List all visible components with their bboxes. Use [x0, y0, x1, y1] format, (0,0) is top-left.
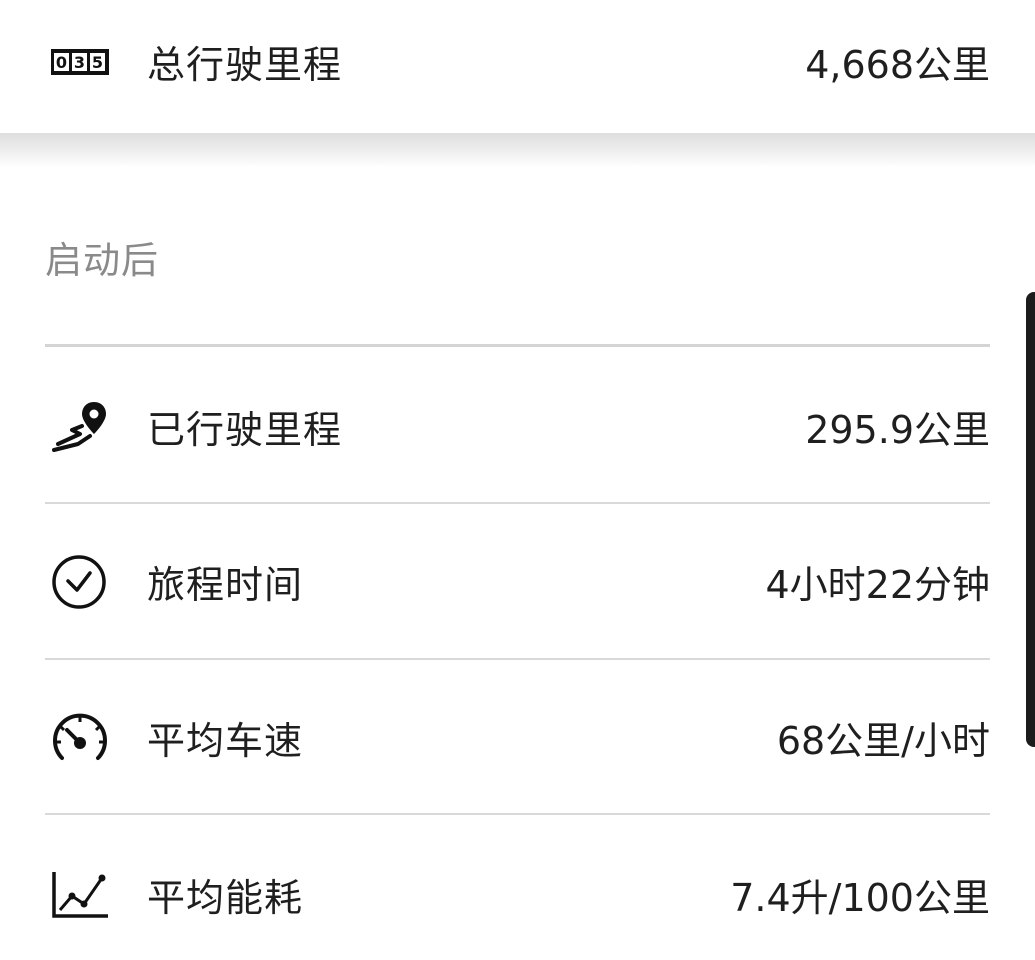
stat-row-average-speed: 平均车速 68公里/小时 — [45, 660, 990, 815]
svg-text:0: 0 — [56, 53, 67, 72]
total-mileage-value: 4,668公里 — [805, 43, 990, 87]
stat-value: 68公里/小时 — [776, 719, 990, 763]
scrollbar-handle[interactable] — [1026, 292, 1035, 747]
stat-label: 平均车速 — [147, 719, 304, 763]
route-pin-icon — [50, 396, 112, 458]
stat-value: 7.4升/100公里 — [730, 876, 990, 920]
svg-text:3: 3 — [74, 53, 85, 72]
stat-label: 平均能耗 — [147, 876, 304, 920]
stat-value: 295.9公里 — [805, 408, 990, 452]
stat-value: 4小时22分钟 — [765, 563, 990, 607]
stat-label: 已行驶里程 — [147, 408, 343, 452]
total-mileage-label: 总行驶里程 — [147, 43, 343, 87]
stat-row-trip-time: 旅程时间 4小时22分钟 — [45, 504, 990, 659]
total-mileage-row: 0 3 5 总行驶里程 4,668公里 — [45, 0, 990, 123]
consumption-chart-icon — [50, 864, 112, 926]
section-divider — [45, 344, 990, 347]
clock-icon — [50, 551, 112, 613]
odometer-icon: 0 3 5 — [50, 31, 112, 93]
total-mileage-card: 0 3 5 总行驶里程 4,668公里 — [0, 0, 1035, 133]
card-shadow — [0, 133, 1035, 167]
stat-row-average-consumption: 平均能耗 7.4升/100公里 — [45, 817, 990, 960]
svg-text:5: 5 — [92, 53, 103, 72]
row-divider — [45, 813, 990, 815]
stat-label: 旅程时间 — [147, 563, 304, 607]
section-title-since-start: 启动后 — [45, 239, 159, 282]
speedometer-icon — [50, 707, 112, 769]
trip-computer-screen: 0 3 5 总行驶里程 4,668公里 启动后 已行驶里程 295.9公里 旅程… — [0, 0, 1035, 960]
stat-row-distance: 已行驶里程 295.9公里 — [45, 349, 990, 504]
